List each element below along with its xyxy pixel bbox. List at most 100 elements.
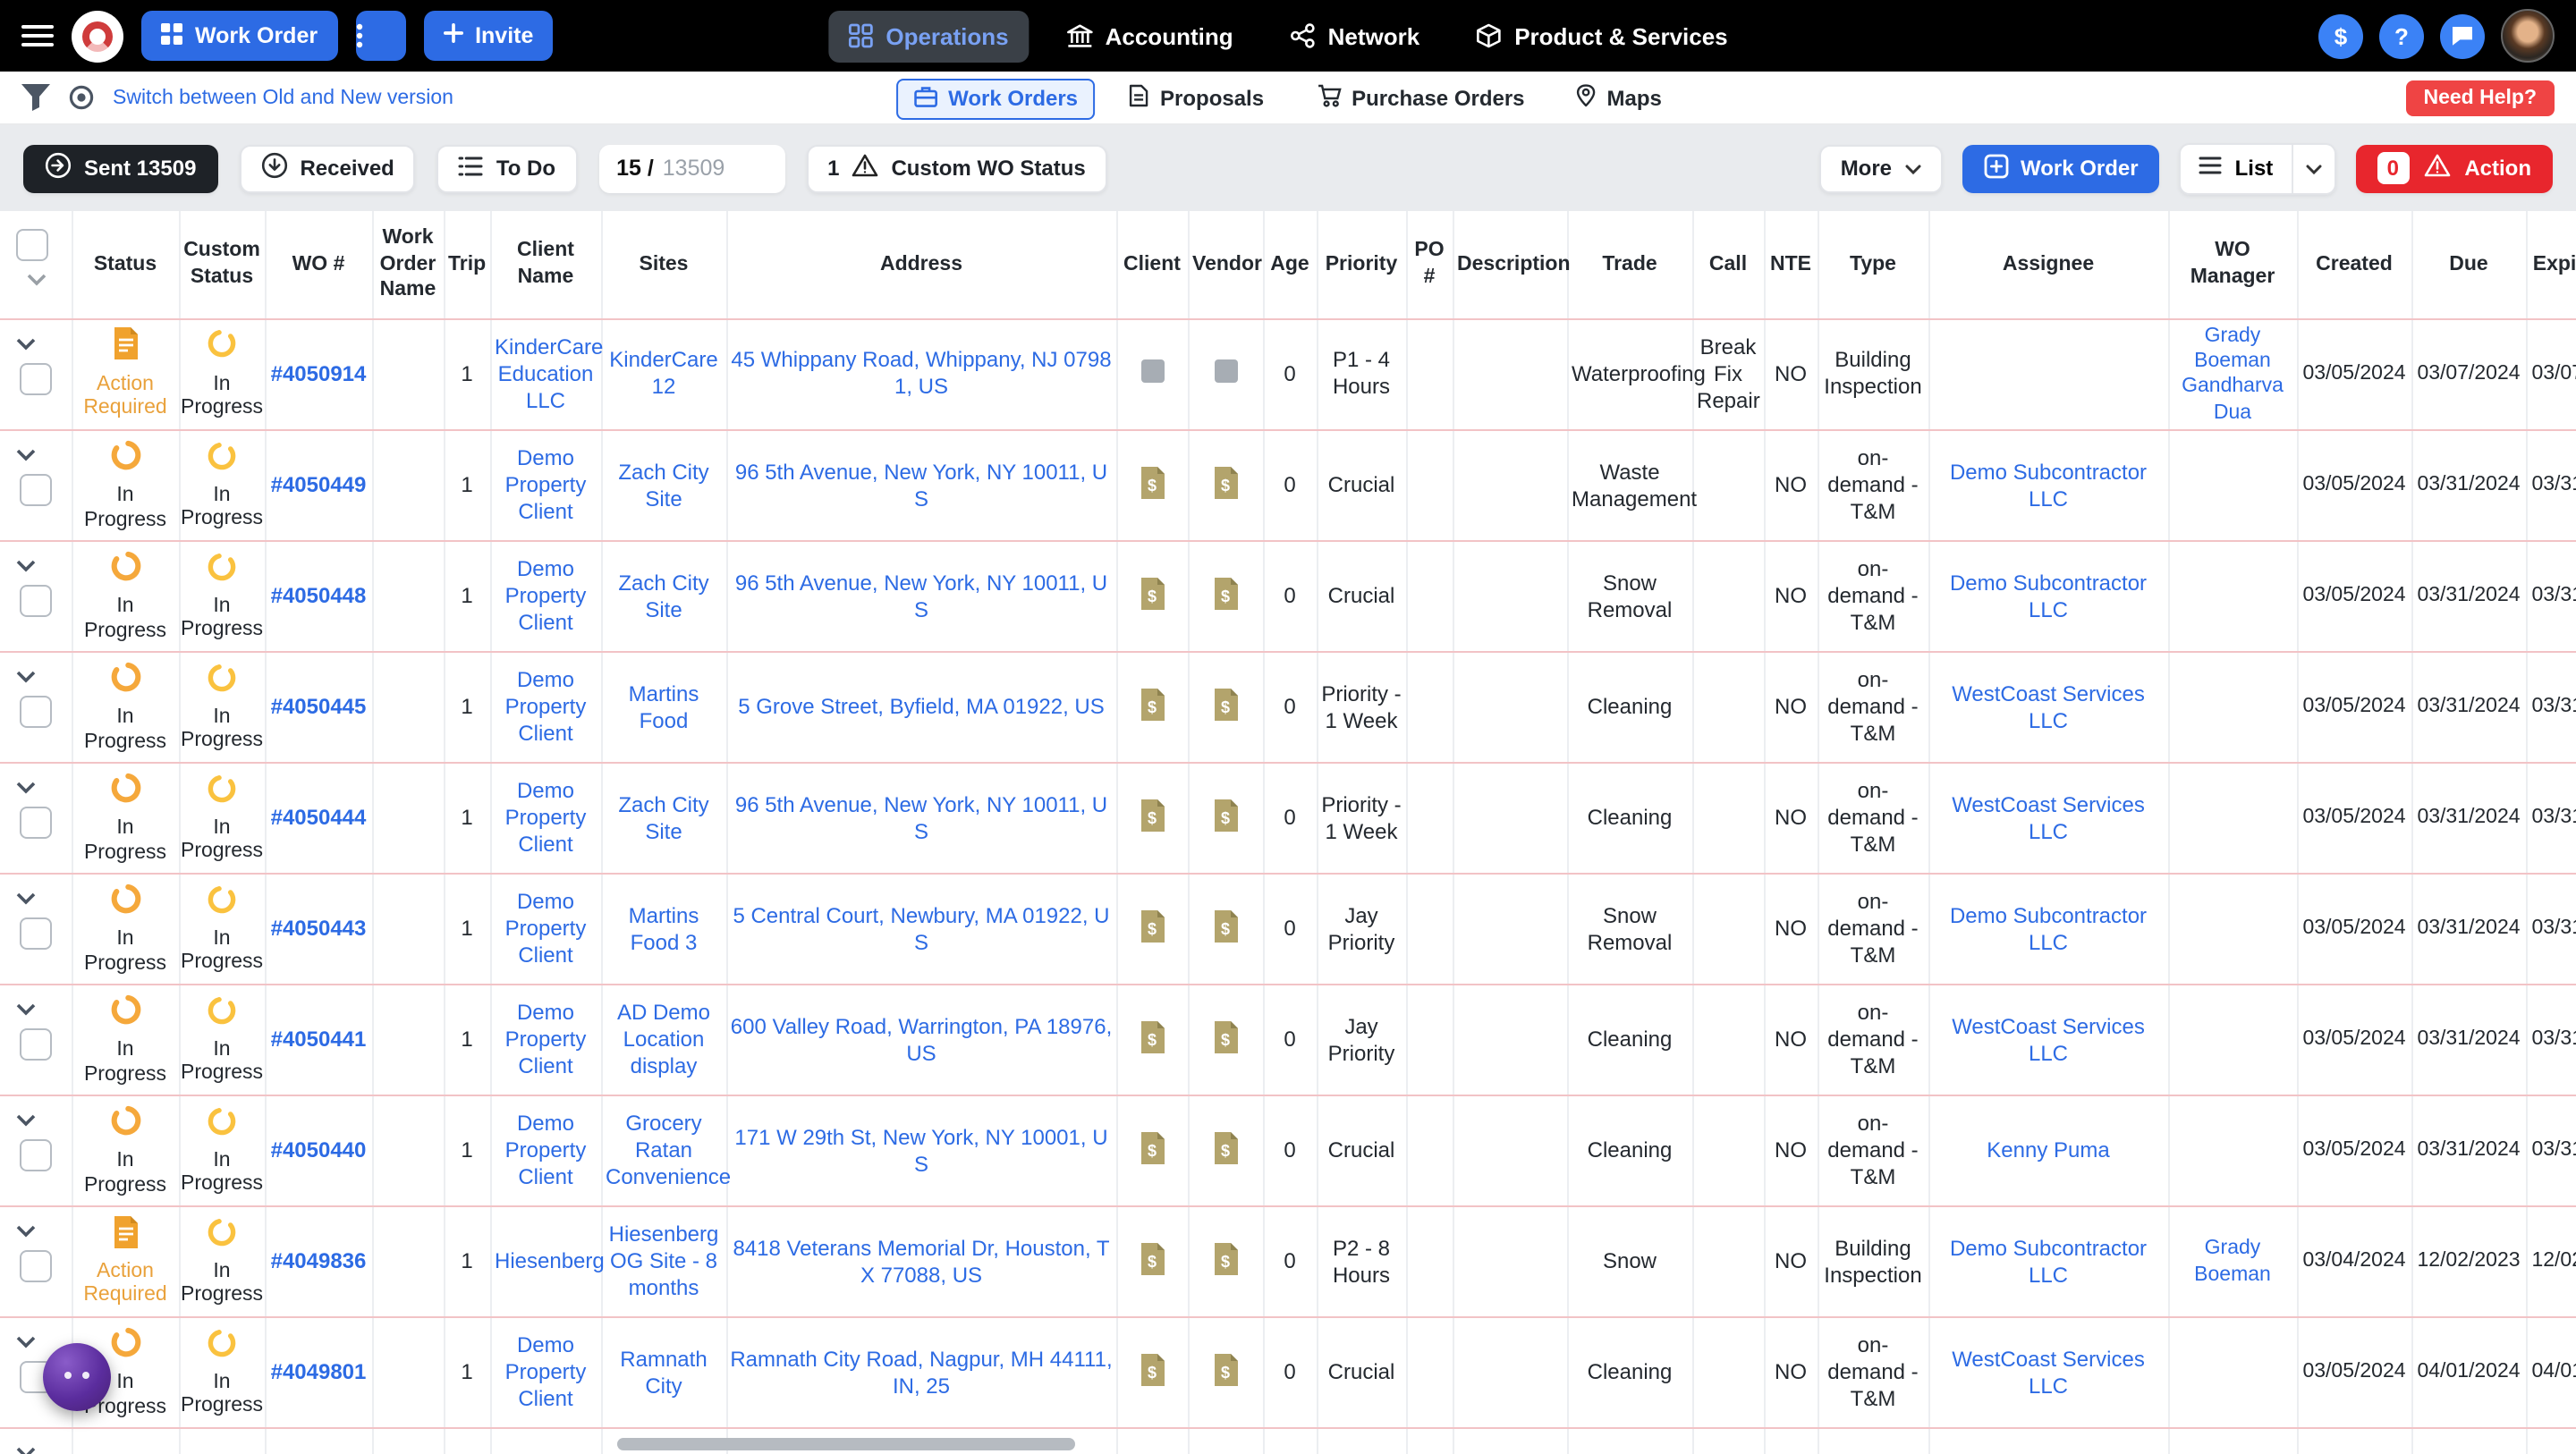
row-checkbox[interactable] (20, 474, 52, 506)
site-link[interactable]: Ramnath City (620, 1346, 707, 1398)
todo-filter-button[interactable]: To Do (437, 144, 577, 192)
row-checkbox[interactable] (20, 1028, 52, 1061)
wo-number-link[interactable]: #4050444 (271, 805, 367, 830)
column-header-expiration[interactable]: Expiration (2526, 211, 2576, 318)
nav-item-network[interactable]: Network (1271, 10, 1440, 62)
horizontal-scrollbar-thumb[interactable] (617, 1438, 1075, 1450)
row-checkbox[interactable] (20, 1250, 52, 1282)
address-link[interactable]: 8418 Veterans Memorial Dr, Houston, TX 7… (733, 1235, 1109, 1287)
new-work-order-button[interactable]: Work Order (1962, 144, 2160, 192)
column-header-nte[interactable]: NTE (1764, 211, 1818, 318)
custom-wo-status-button[interactable]: 1 Custom WO Status (806, 144, 1107, 192)
client-invoice-icon[interactable]: $ (1139, 799, 1165, 831)
filter-funnel-icon[interactable] (21, 84, 50, 111)
assistant-fab[interactable] (43, 1343, 111, 1411)
client-invoice-icon[interactable]: $ (1139, 1131, 1165, 1163)
row-expand-chevron-icon[interactable] (16, 671, 36, 683)
site-link[interactable]: Martins Food (629, 681, 699, 732)
help-icon[interactable]: ? (2379, 13, 2424, 58)
row-expand-chevron-icon[interactable] (16, 1114, 36, 1127)
vendor-invoice-icon[interactable]: $ (1212, 1131, 1239, 1163)
client-name-link[interactable]: Demo Property Client (505, 778, 587, 857)
assignee-link[interactable]: Demo Subcontractor LLC (1950, 1235, 2147, 1287)
wo-number-link[interactable]: #4050449 (271, 472, 367, 497)
site-link[interactable]: Zach City Site (618, 459, 708, 511)
tab-maps[interactable]: Maps (1559, 77, 1680, 120)
column-header-trip[interactable]: Trip (444, 211, 490, 318)
vendor-invoice-icon[interactable]: $ (1212, 1242, 1239, 1274)
site-link[interactable]: Martins Food 3 (629, 902, 699, 954)
client-invoice-icon[interactable]: $ (1139, 1020, 1165, 1052)
column-header-po[interactable]: PO # (1406, 211, 1453, 318)
client-invoice-icon[interactable]: $ (1139, 1353, 1165, 1385)
column-header-wo-number[interactable]: WO # (265, 211, 372, 318)
action-required-button[interactable]: 0 Action (2355, 144, 2553, 192)
select-all-caret-icon[interactable] (27, 274, 47, 286)
site-link[interactable]: Zach City Site (618, 570, 708, 621)
need-help-button[interactable]: Need Help? (2405, 80, 2555, 115)
column-header-assignee[interactable]: Assignee (1928, 211, 2168, 318)
column-header-status[interactable]: Status (72, 211, 179, 318)
row-expand-chevron-icon[interactable] (16, 449, 36, 461)
vendor-invoice-icon[interactable]: $ (1212, 1353, 1239, 1385)
nav-item-accounting[interactable]: Accounting (1046, 10, 1253, 62)
client-invoice-icon[interactable]: $ (1139, 1242, 1165, 1274)
nav-item-products-services[interactable]: Product & Services (1457, 10, 1747, 62)
wo-number-link[interactable]: #4050914 (271, 361, 367, 386)
assignee-link[interactable]: Demo Subcontractor LLC (1950, 570, 2147, 621)
client-name-link[interactable]: Demo Property Client (505, 445, 587, 524)
work-order-menu-button[interactable]: Work Order (141, 11, 337, 61)
tab-purchase-orders[interactable]: Purchase Orders (1298, 77, 1542, 120)
address-link[interactable]: 96 5th Avenue, New York, NY 10011, US (735, 791, 1107, 843)
client-name-link[interactable]: Demo Property Client (505, 1000, 587, 1078)
address-link[interactable]: 5 Grove Street, Byfield, MA 01922, US (738, 694, 1105, 719)
column-header-sites[interactable]: Sites (601, 211, 726, 318)
row-checkbox[interactable] (20, 917, 52, 950)
site-link[interactable]: Grocery Ratan Convenience (606, 1111, 731, 1189)
wo-number-link[interactable]: #4050443 (271, 916, 367, 941)
row-expand-chevron-icon[interactable] (16, 337, 36, 350)
column-header-due[interactable]: Due (2411, 211, 2526, 318)
row-checkbox[interactable] (20, 696, 52, 728)
column-header-custom-status[interactable]: Custom Status (179, 211, 265, 318)
vendor-invoice-icon[interactable]: $ (1212, 577, 1239, 609)
company-logo[interactable] (72, 10, 123, 62)
row-expand-chevron-icon[interactable] (16, 560, 36, 572)
column-header-call[interactable]: Call (1692, 211, 1764, 318)
version-switch-link[interactable]: Switch between Old and New version (113, 87, 453, 108)
row-checkbox[interactable] (20, 807, 52, 839)
invite-button[interactable]: Invite (423, 11, 553, 61)
more-options-ellipsis-button[interactable] (355, 11, 405, 61)
column-header-client[interactable]: Client (1116, 211, 1188, 318)
more-button[interactable]: More (1819, 144, 1942, 192)
row-checkbox[interactable] (20, 585, 52, 617)
address-link[interactable]: 600 Valley Road, Warrington, PA 18976, U… (731, 1013, 1113, 1065)
address-link[interactable]: 45 Whippany Road, Whippany, NJ 07981, US (731, 348, 1111, 400)
pagination-input[interactable]: 15 / 13509 (598, 144, 784, 192)
nav-item-operations[interactable]: Operations (828, 10, 1028, 62)
assignee-link[interactable]: Kenny Puma (1987, 1137, 2109, 1162)
client-name-link[interactable]: Demo Property Client (505, 1111, 587, 1189)
site-link[interactable]: Zach City Site (618, 791, 708, 843)
hamburger-menu-icon[interactable] (21, 23, 54, 48)
assignee-link[interactable]: Demo Subcontractor LLC (1950, 902, 2147, 954)
column-header-created[interactable]: Created (2297, 211, 2411, 318)
vendor-invoice-icon[interactable]: $ (1212, 1020, 1239, 1052)
client-name-link[interactable]: Demo Property Client (505, 889, 587, 968)
assignee-link[interactable]: WestCoast Services LLC (1952, 791, 2145, 843)
client-name-link[interactable]: KinderCare Education LLC (495, 334, 603, 413)
sent-filter-button[interactable]: Sent 13509 (23, 144, 217, 192)
address-link[interactable]: 96 5th Avenue, New York, NY 10011, US (735, 459, 1107, 511)
row-expand-chevron-icon[interactable] (16, 1336, 36, 1348)
column-header-work-order-name[interactable]: Work Order Name (372, 211, 444, 318)
column-header-client-name[interactable]: Client Name (490, 211, 601, 318)
wo-manager-link[interactable]: Grady Boeman (2194, 1238, 2271, 1285)
row-checkbox[interactable] (20, 362, 52, 394)
received-filter-button[interactable]: Received (239, 144, 415, 192)
client-name-link[interactable]: Demo Property Client (505, 556, 587, 635)
column-header-wo-manager[interactable]: WO Manager (2168, 211, 2297, 318)
user-avatar[interactable] (2501, 9, 2555, 63)
column-header-vendor[interactable]: Vendor (1188, 211, 1263, 318)
currency-icon[interactable]: $ (2318, 13, 2363, 58)
column-header-type[interactable]: Type (1818, 211, 1928, 318)
